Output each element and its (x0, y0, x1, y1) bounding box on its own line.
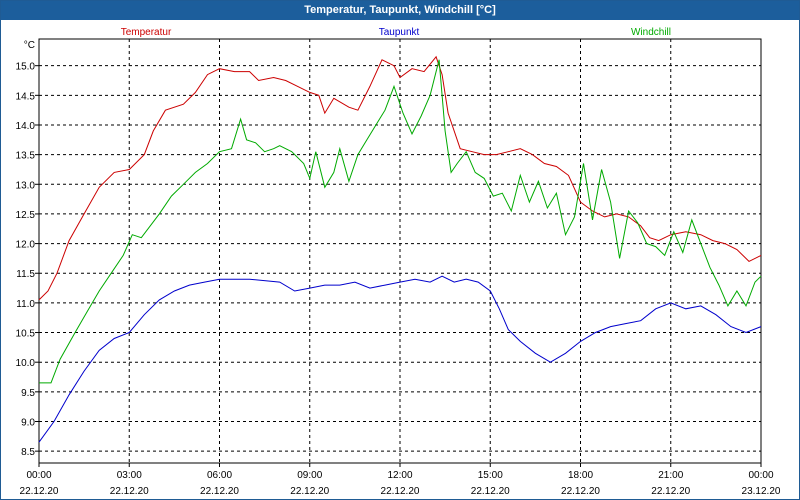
x-tick-time-label: 21:00 (658, 470, 683, 481)
y-tick-label: 12.0 (16, 240, 36, 251)
x-tick-date-label: 22.12.20 (381, 486, 420, 497)
x-tick-time-label: 06:00 (207, 470, 232, 481)
x-tick-date-label: 22.12.20 (110, 486, 149, 497)
y-tick-label: 14.0 (16, 121, 36, 132)
x-tick-date-label: 22.12.20 (290, 486, 329, 497)
y-axis-label: °C (24, 40, 35, 51)
y-tick-label: 14.5 (16, 91, 36, 102)
x-tick-time-label: 12:00 (387, 470, 412, 481)
legend: Temperatur Taupunkt Windchill (121, 27, 671, 38)
x-tick-date-label: 22.12.20 (471, 486, 510, 497)
x-tick-date-label: 22.12.20 (651, 486, 690, 497)
y-tick-label: 13.5 (16, 151, 36, 162)
y-tick-label: 9.0 (21, 417, 35, 428)
x-tick-time-label: 00:00 (26, 470, 51, 481)
y-tick-label: 9.5 (21, 388, 35, 399)
x-tick-time-label: 09:00 (297, 470, 322, 481)
x-tick-time-label: 00:00 (748, 470, 773, 481)
x-tick-time-label: 15:00 (478, 470, 503, 481)
y-tick-label: 11.0 (16, 299, 35, 310)
y-tick-label: 15.0 (16, 62, 36, 73)
x-tick-date-label: 22.12.20 (561, 486, 600, 497)
x-axis: 00:00 22.12.20 03:00 22.12.20 06:00 22.12.20 0… (20, 463, 781, 497)
y-tick-label: 11.5 (16, 269, 35, 280)
y-tick-label: 8.5 (21, 447, 35, 458)
y-axis: 8.5 9.0 9.5 10.0 10.5 11.0 11.5 12.0 12.5 13.0 13.… (16, 40, 39, 458)
x-tick-time-label: 03:00 (117, 470, 142, 481)
legend-item-windchill: Windchill (631, 27, 671, 38)
x-tick-time-label: 18:00 (568, 470, 593, 481)
chart-window: Temperatur, Taupunkt, Windchill [°C] 8.5… (0, 0, 800, 500)
x-tick-date-label: 22.12.20 (20, 486, 59, 497)
y-tick-label: 10.5 (16, 329, 36, 340)
x-tick-date-label: 23.12.20 (742, 486, 781, 497)
legend-item-taupunkt: Taupunkt (379, 27, 420, 38)
legend-item-temperatur: Temperatur (121, 27, 172, 38)
x-tick-date-label: 22.12.20 (200, 486, 239, 497)
line-chart: 8.5 9.0 9.5 10.0 10.5 11.0 11.5 12.0 12.5 13.0 13.… (16, 27, 781, 497)
y-tick-label: 12.5 (16, 210, 36, 221)
y-tick-label: 13.0 (16, 180, 36, 191)
y-tick-label: 10.0 (16, 358, 36, 369)
chart-title: Temperatur, Taupunkt, Windchill [°C] (1, 1, 799, 20)
